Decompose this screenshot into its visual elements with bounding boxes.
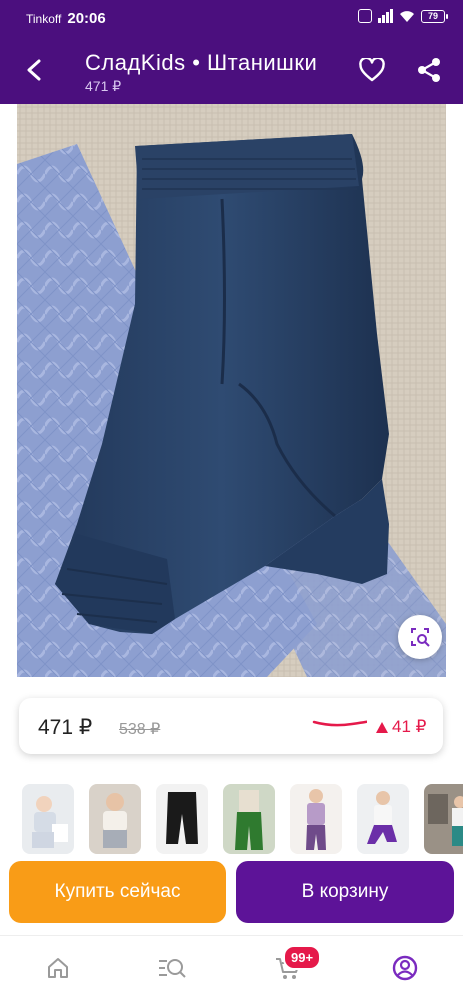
old-price: 538 ₽	[119, 721, 161, 738]
home-icon	[48, 958, 68, 978]
thumbnail[interactable]	[357, 784, 409, 854]
visual-search-button[interactable]	[398, 615, 442, 659]
thumbnail[interactable]	[22, 784, 74, 854]
nav-catalog[interactable]	[154, 950, 190, 986]
thumbnail[interactable]	[156, 784, 208, 854]
page-subtitle-price: 471 ₽	[85, 78, 122, 94]
wifi-icon	[400, 10, 414, 22]
image-search-icon	[411, 628, 430, 647]
favorite-button[interactable]	[352, 50, 392, 90]
price-change-value: 41 ₽	[392, 717, 427, 736]
share-button[interactable]	[409, 50, 449, 90]
back-arrow-icon	[27, 59, 41, 81]
nav-profile[interactable]	[387, 950, 423, 986]
page-title: СладKids • Штанишки	[85, 50, 318, 75]
app-bar: СладKids • Штанишки 471 ₽	[0, 36, 463, 104]
nav-home[interactable]	[40, 950, 76, 986]
catalog-search-icon	[159, 959, 186, 978]
back-button[interactable]	[14, 50, 54, 90]
carrier-name: Tinkoff	[26, 11, 62, 26]
thumbnail[interactable]	[424, 784, 463, 854]
price-history-sparkline	[312, 720, 367, 727]
up-arrow-icon	[376, 721, 388, 733]
price-change: 41 ₽	[376, 717, 426, 737]
bottom-navigation	[0, 935, 463, 1001]
current-price: 471 ₽	[38, 716, 93, 739]
add-to-cart-button[interactable]: В корзину	[236, 861, 454, 923]
photo-thumbnails	[22, 784, 463, 854]
thumbnail[interactable]	[89, 784, 141, 854]
thumbnail[interactable]	[290, 784, 342, 854]
price-card[interactable]: 471 ₽ 538 ₽ 41 ₽	[19, 698, 443, 754]
nfc-icon	[358, 9, 372, 23]
thumbnail[interactable]	[223, 784, 275, 854]
battery-icon: 79	[421, 9, 448, 23]
cart-badge: 99+	[283, 945, 322, 970]
buy-now-button[interactable]: Купить сейчас	[9, 861, 226, 923]
status-bar: Tinkoff 20:06 79	[0, 0, 463, 36]
signal-icon	[378, 9, 393, 23]
product-image-pants	[17, 104, 446, 677]
profile-icon	[392, 955, 418, 981]
share-icon	[418, 58, 440, 82]
heart-icon	[359, 58, 385, 82]
product-photo[interactable]	[17, 104, 446, 677]
clock: 20:06	[67, 10, 106, 27]
